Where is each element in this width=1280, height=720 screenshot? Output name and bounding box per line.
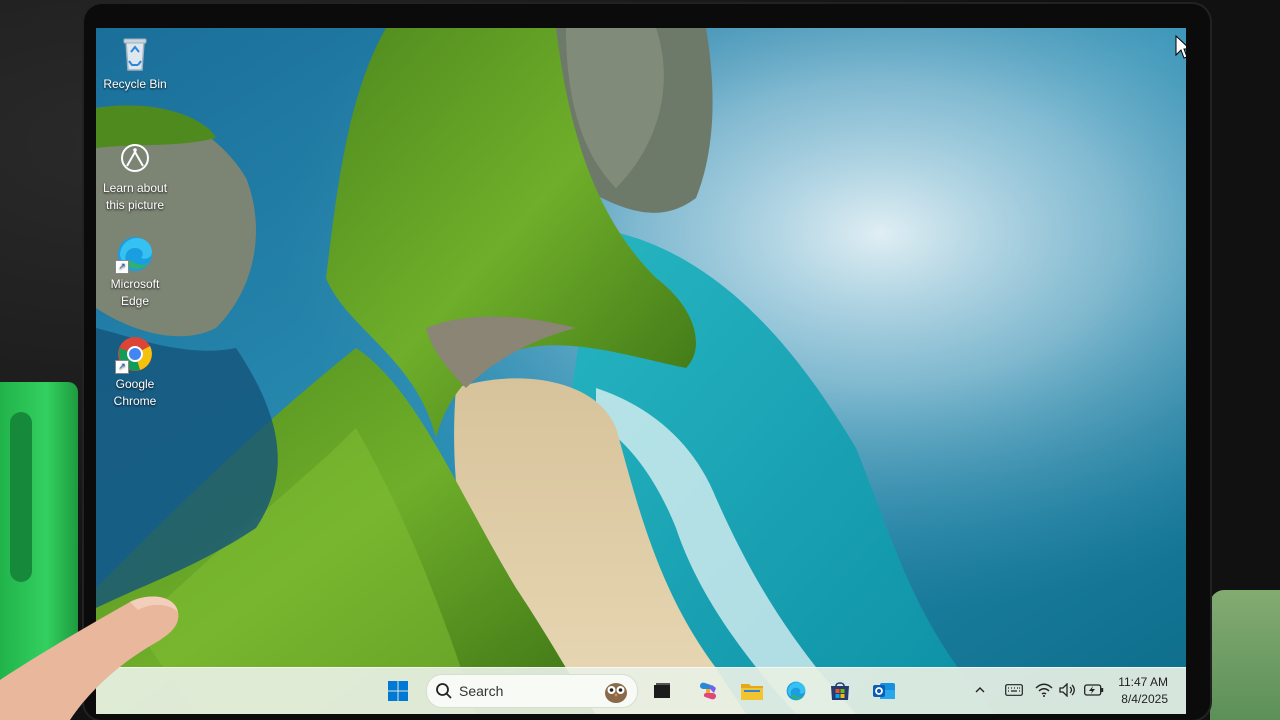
outlook-icon (873, 683, 895, 699)
desktop-icon-google-chrome[interactable]: ↗ Google Chrome (96, 334, 174, 410)
microsoft-edge-label: Microsoft Edge (110, 277, 160, 308)
pointing-finger (0, 596, 179, 720)
owl-search-highlight-icon (605, 683, 627, 703)
copilot-button[interactable] (694, 677, 722, 705)
chevron-up-icon (975, 687, 985, 693)
desktop-wallpaper (96, 28, 1186, 714)
shortcut-arrow-icon: ↗ (115, 360, 129, 374)
microsoft-store-icon (831, 682, 849, 700)
desktop-icon-recycle-bin[interactable]: Recycle Bin (96, 34, 174, 93)
volume-button[interactable] (1058, 682, 1078, 698)
start-button[interactable] (384, 677, 412, 705)
taskbar-search-box[interactable]: Search (426, 674, 638, 708)
volume-icon (1059, 683, 1075, 697)
desktop-screen[interactable]: Recycle Bin Learn about this picture ↗ M… (96, 28, 1186, 714)
battery-icon (1084, 684, 1104, 696)
chrome-icon: ↗ (115, 334, 155, 374)
start-icon (388, 681, 408, 701)
edge-taskbar-button[interactable] (782, 677, 810, 705)
file-explorer-button[interactable] (738, 677, 766, 705)
search-icon (436, 683, 452, 699)
stand-slot (10, 412, 32, 582)
edge-icon: ↗ (115, 234, 155, 274)
clock-date: 8/4/2025 (1121, 692, 1168, 706)
edge-icon (786, 681, 806, 701)
file-explorer-icon (741, 684, 763, 700)
microsoft-store-button[interactable] (826, 677, 854, 705)
search-placeholder: Search (459, 683, 504, 699)
recycle-bin-icon (115, 34, 155, 74)
task-view-icon (654, 683, 670, 698)
battery-button[interactable] (1084, 682, 1104, 698)
learn-about-picture-icon (115, 138, 155, 178)
taskbar: Search 11:47 AM 8/4/2025 (96, 667, 1186, 714)
show-hidden-icons-button[interactable] (972, 682, 988, 698)
desktop-icon-microsoft-edge[interactable]: ↗ Microsoft Edge (96, 234, 174, 310)
wifi-icon (1035, 683, 1053, 697)
network-button[interactable] (1034, 682, 1054, 698)
task-view-button[interactable] (648, 677, 676, 705)
keyboard-icon (1005, 684, 1023, 696)
mouse-cursor-icon (1175, 34, 1186, 59)
shortcut-arrow-icon: ↗ (115, 260, 129, 274)
desktop-icon-learn-about-picture[interactable]: Learn about this picture (96, 138, 174, 214)
taskbar-clock[interactable]: 11:47 AM 8/4/2025 (1108, 674, 1168, 708)
outlook-button[interactable] (870, 677, 898, 705)
learn-about-picture-label: Learn about this picture (102, 181, 168, 212)
google-chrome-label: Google Chrome (113, 377, 157, 408)
stand-right (1210, 590, 1280, 720)
clock-time: 11:47 AM (1118, 675, 1168, 689)
copilot-icon (700, 682, 716, 700)
recycle-bin-label: Recycle Bin (103, 77, 167, 91)
touch-keyboard-button[interactable] (1004, 682, 1024, 698)
